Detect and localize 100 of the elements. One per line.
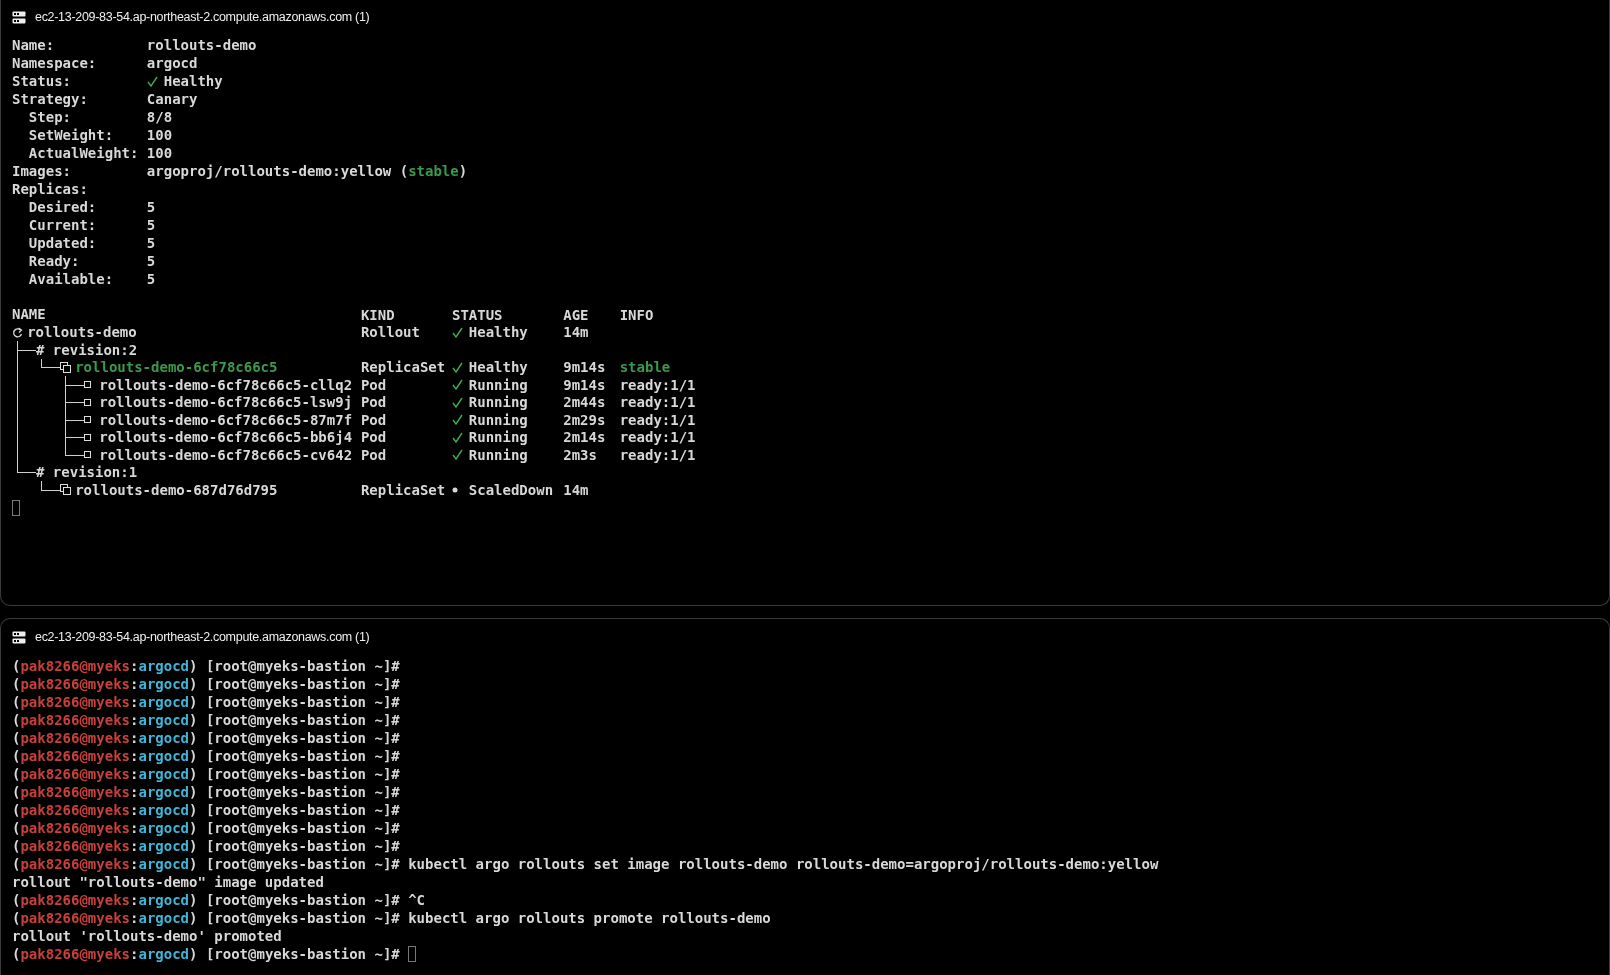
square-icon — [84, 398, 92, 406]
field-label: Desired: — [27, 198, 98, 216]
checkmark-icon — [451, 379, 463, 391]
field-label: Available: — [27, 270, 115, 288]
command-line: (pak8266@myeks:argocd) [root@myeks-bastion ~]# — [12, 657, 400, 675]
resource-status: Running — [468, 411, 528, 428]
command-line: (pak8266@myeks:argocd) [root@myeks-bastion ~]# — [12, 801, 400, 819]
field-value: 8/8 — [146, 108, 173, 126]
checkmark-icon — [451, 326, 463, 338]
resource-name: # revision:2 — [36, 341, 138, 359]
stacked-squares-icon — [60, 484, 72, 496]
field-label: Status: — [12, 72, 72, 90]
tab-title: ec2-13-209-83-54.ap-northeast-2.compute.amazonaws.com (1) — [35, 10, 370, 24]
command-line: (pak8266@myeks:argocd) [root@myeks-bastion ~]# — [12, 765, 400, 783]
field-label: Updated: — [27, 234, 98, 252]
field-value: 5 — [146, 216, 156, 234]
stacked-squares-icon — [60, 361, 72, 373]
resource-age: 14m — [563, 481, 590, 498]
resource-kind: Rollout — [360, 324, 421, 341]
dot-icon — [451, 486, 458, 493]
field-label: SetWeight: — [27, 126, 115, 144]
command-line: (pak8266@myeks:argocd) [root@myeks-bastion ~]# — [12, 837, 400, 855]
square-icon — [84, 433, 92, 441]
resource-name: rollouts-demo-6cf78c66c5-87m7f — [99, 411, 353, 429]
server-icon — [12, 10, 26, 24]
resource-kind: ReplicaSet — [360, 359, 447, 376]
field-value: 5 — [146, 270, 156, 288]
field-label: ActualWeight: — [27, 144, 140, 162]
resource-kind: ReplicaSet — [360, 481, 447, 498]
resource-info: ready:1/1 — [619, 446, 696, 463]
checkmark-icon — [451, 449, 463, 461]
field-value: 100 — [146, 126, 173, 144]
field-value: 5 — [146, 198, 156, 216]
column-header: INFO — [619, 306, 654, 323]
field-value: Healthy — [163, 72, 223, 90]
field-label: Current: — [27, 216, 98, 234]
checkmark-icon — [451, 361, 463, 373]
field-value: 5 — [146, 252, 156, 270]
resource-status: Running — [468, 446, 528, 463]
field-label: Replicas: — [12, 180, 89, 198]
field-value: 5 — [146, 234, 156, 252]
resource-kind: Pod — [360, 411, 388, 428]
resource-age: 14m — [563, 324, 590, 341]
command-line: (pak8266@myeks:argocd) [root@myeks-bastion ~]# — [12, 729, 400, 747]
output-line: rollout "rollouts-demo" image updated — [12, 873, 324, 891]
field-label: Ready: — [27, 252, 81, 270]
resource-status: Running — [468, 429, 528, 446]
resource-kind: Pod — [360, 376, 388, 393]
checkmark-icon — [451, 414, 463, 426]
resource-info: ready:1/1 — [619, 376, 696, 393]
resource-kind: Pod — [360, 429, 388, 446]
server-icon — [12, 630, 26, 644]
command-line: (pak8266@myeks:argocd) [root@myeks-bastion ~]# — [12, 819, 400, 837]
command-line: (pak8266@myeks:argocd) [root@myeks-bastion ~]# ^C — [12, 891, 426, 909]
resource-age: 2m3s — [563, 446, 598, 463]
resource-age: 2m14s — [563, 429, 607, 446]
resource-name: rollouts-demo-6cf78c66c5-bb6j4 — [99, 428, 353, 446]
field-value: argocd — [146, 54, 198, 72]
field-label: Step: — [27, 108, 72, 126]
resource-status: Healthy — [468, 359, 528, 376]
output-line: rollout 'rollouts-demo' promoted — [12, 927, 282, 945]
checkmark-icon — [451, 431, 463, 443]
tab-title: ec2-13-209-83-54.ap-northeast-2.compute.amazonaws.com (1) — [35, 630, 370, 644]
resource-kind: Pod — [360, 394, 388, 411]
field-label: Images: — [12, 162, 72, 180]
field-value: argoproj/rollouts-demo:yellow (stable) — [146, 162, 468, 180]
square-icon — [84, 381, 92, 389]
resource-name: rollouts-demo-6cf78c66c5-cllq2 — [99, 376, 353, 394]
command-line: (pak8266@myeks:argocd) [root@myeks-bastion ~]# — [12, 747, 400, 765]
command-line: (pak8266@myeks:argocd) [root@myeks-bastion ~]# — [12, 945, 400, 963]
resource-status: ScaledDown — [468, 481, 554, 498]
column-header: NAME — [12, 306, 47, 324]
command-line: (pak8266@myeks:argocd) [root@myeks-bastion ~]# — [12, 675, 400, 693]
resource-name: rollouts-demo-6cf78c66c5-lsw9j — [99, 393, 353, 411]
column-header: AGE — [563, 306, 590, 323]
column-header: STATUS — [451, 306, 504, 323]
resource-name: rollouts-demo-6cf78c66c5-cv642 — [99, 446, 353, 464]
field-value: 100 — [146, 144, 173, 162]
resource-status: Running — [468, 394, 528, 411]
resource-name: rollouts-demo-687d76d795 — [75, 481, 278, 499]
resource-age: 2m44s — [563, 394, 607, 411]
resource-name: rollouts-demo — [27, 323, 137, 341]
resource-name: rollouts-demo-6cf78c66c5 — [75, 358, 278, 376]
column-header: KIND — [360, 306, 396, 323]
resource-name: # revision:1 — [36, 463, 138, 481]
resource-info: stable — [619, 359, 671, 376]
command-line: (pak8266@myeks:argocd) [root@myeks-bastion ~]# kubectl argo rollouts set image rollouts-demo rollouts-demo=argoproj/rollouts-demo:yellow — [12, 855, 1159, 873]
field-label: Namespace: — [12, 54, 98, 72]
refresh-icon — [12, 326, 23, 338]
field-label: Name: — [12, 36, 56, 54]
command-line: (pak8266@myeks:argocd) [root@myeks-bastion ~]# kubectl argo rollouts promote rollouts-demo — [12, 909, 771, 927]
resource-age: 9m14s — [563, 359, 607, 376]
square-icon — [84, 416, 92, 424]
resource-status: Running — [468, 376, 528, 393]
command-line: (pak8266@myeks:argocd) [root@myeks-bastion ~]# — [12, 693, 400, 711]
checkmark-icon — [451, 396, 463, 408]
resource-age: 9m14s — [563, 376, 607, 393]
field-value: Canary — [146, 90, 198, 108]
resource-info: ready:1/1 — [619, 429, 696, 446]
resource-status: Healthy — [468, 324, 528, 341]
